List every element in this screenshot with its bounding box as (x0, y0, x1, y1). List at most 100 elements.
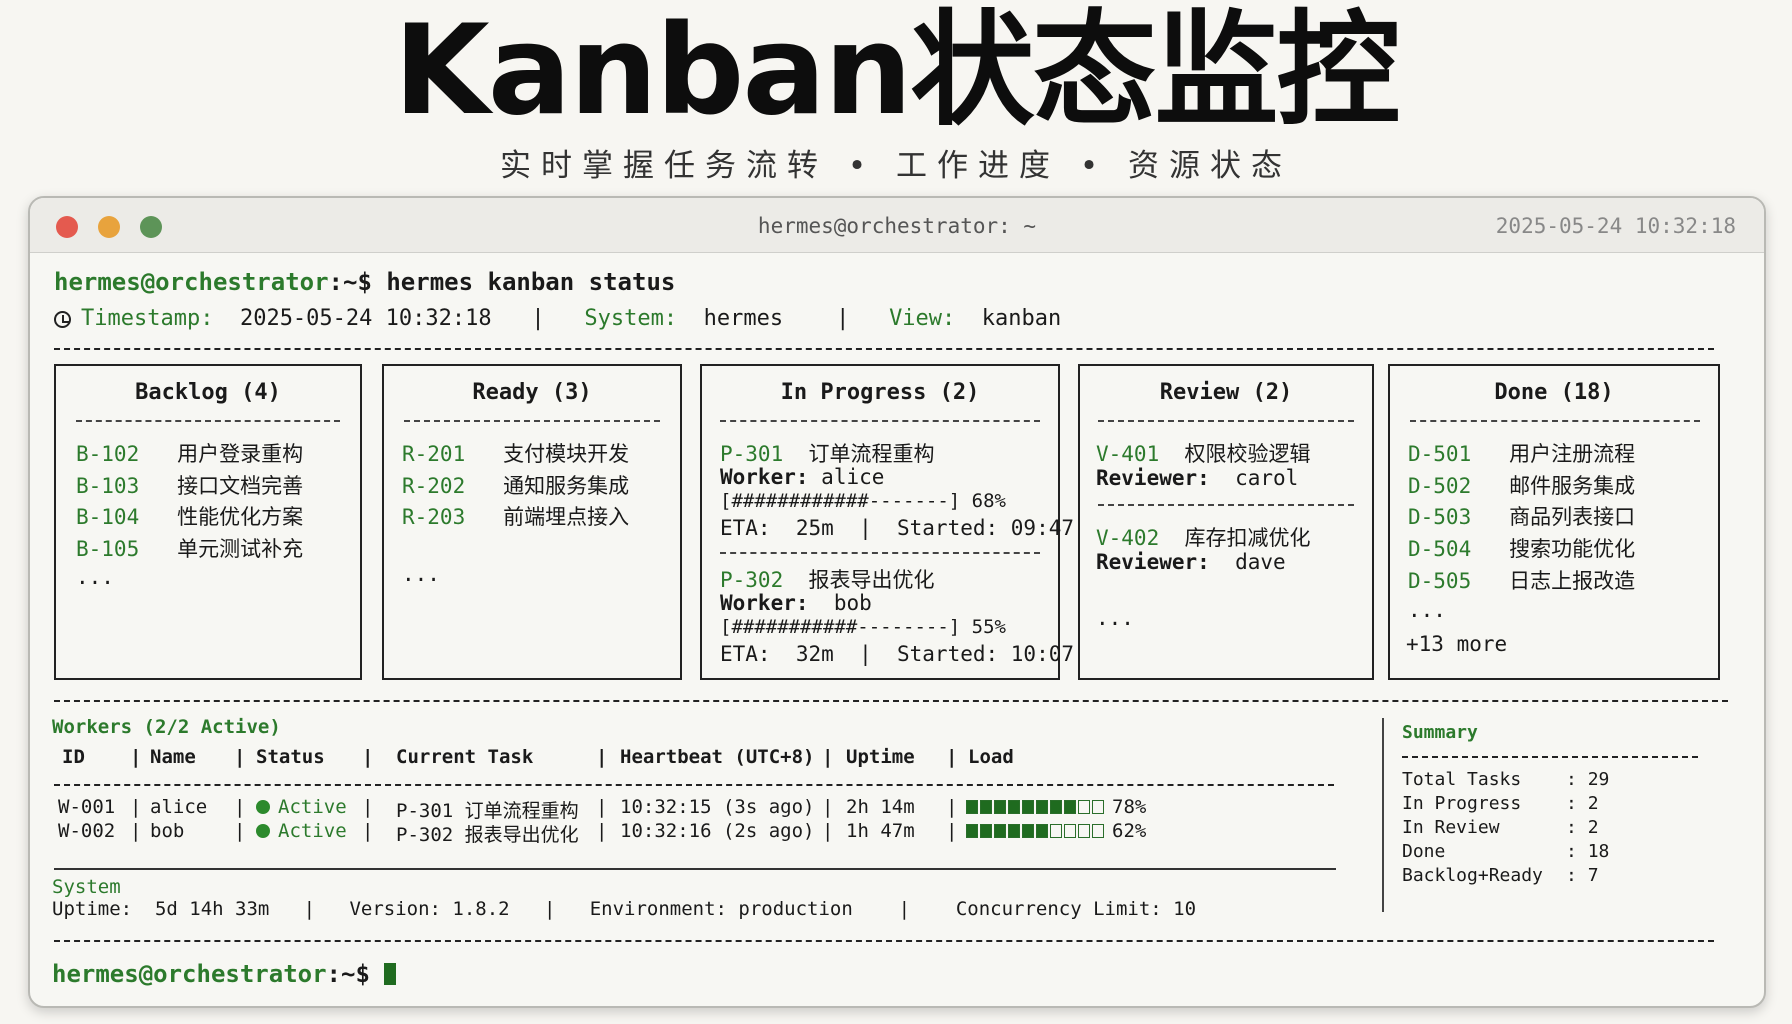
task-card[interactable]: B-105 单元测试补充 (76, 533, 303, 563)
terminal-window: hermes@orchestrator: ~ 2025-05-24 10:32:… (28, 196, 1766, 1008)
divider (1402, 756, 1698, 758)
separator: | (836, 306, 850, 331)
load-block (1008, 824, 1020, 838)
task-id: D-501 (1408, 442, 1472, 466)
task-card[interactable]: D-504 搜索功能优化 (1408, 533, 1635, 563)
summary-value: 29 (1587, 769, 1610, 790)
col-header: Name (150, 746, 196, 768)
separator: | (946, 746, 958, 768)
task-card[interactable]: V-401 权限校验逻辑 (1096, 438, 1311, 468)
load-block (1036, 824, 1048, 838)
load-bar (966, 824, 1104, 838)
task-id: D-502 (1408, 474, 1472, 498)
status-badge: Active (256, 820, 347, 842)
view-label: View: (889, 306, 956, 331)
heartbeat: 10:32:15 (3s ago) (620, 796, 815, 818)
load-block (1092, 800, 1104, 814)
task-card[interactable]: R-202 通知服务集成 (402, 470, 629, 500)
task-name: 订单流程重构 (808, 442, 935, 466)
column-title: Review (2) (1159, 380, 1293, 405)
task-name: 搜索功能优化 (1509, 537, 1636, 561)
divider (1098, 504, 1354, 506)
table-row[interactable]: W-001 | alice | Active | P-301 订单流程重构 | 10:32:15… (54, 796, 1254, 822)
separator: | (130, 746, 142, 768)
task-id: B-104 (76, 505, 140, 529)
separator: | (946, 820, 958, 842)
table-row[interactable]: W-002 | bob | Active | P-302 报表导出优化 | 10:32:16 (… (54, 820, 1254, 846)
divider (54, 940, 1714, 942)
summary-row: Backlog+Ready: 7 (1402, 865, 1599, 886)
col-header: ID (62, 746, 85, 768)
task-card[interactable]: D-501 用户注册流程 (1408, 438, 1635, 468)
summary-value: 2 (1587, 793, 1599, 814)
worker-label: Worker: (720, 465, 809, 489)
task-id: B-103 (76, 474, 140, 498)
worker-name: bob (833, 591, 872, 615)
load-block (1022, 824, 1034, 838)
prompt-path: :~$ (328, 268, 372, 296)
separator: | (946, 796, 958, 818)
command-line: hermes@orchestrator:~$ hermes kanban sta… (54, 268, 675, 296)
progress-percent: 55% (971, 616, 1006, 638)
separator: | (822, 746, 834, 768)
load-block (1078, 800, 1090, 814)
task-card[interactable]: B-102 用户登录重构 (76, 438, 303, 468)
task-card[interactable]: B-104 性能优化方案 (76, 501, 303, 531)
status-dot-icon (256, 800, 270, 814)
worker-name: bob (150, 820, 185, 842)
task-id: D-505 (1408, 569, 1472, 593)
separator: | (362, 746, 374, 768)
task-card[interactable]: R-201 支付模块开发 (402, 438, 629, 468)
view-value: kanban (981, 306, 1062, 331)
task-card[interactable]: P-302 报表导出优化 (720, 564, 935, 594)
more-count[interactable]: +13 more (1406, 632, 1507, 656)
column-title: In Progress (2) (780, 380, 980, 405)
command-text: hermes kanban status (386, 268, 676, 296)
reviewer-label: Reviewer: (1096, 550, 1210, 574)
task-card[interactable]: P-301 订单流程重构 (720, 438, 935, 468)
progress-bar: [###########--------] (720, 616, 961, 638)
task-name: 用户注册流程 (1509, 442, 1636, 466)
task-name: 前端埋点接入 (503, 505, 630, 529)
page-subtitle: 实时掌握任务流转 • 工作进度 • 资源状态 (500, 148, 1292, 184)
load-block (980, 824, 992, 838)
separator: | (898, 898, 911, 920)
system-uptime: Uptime: 5d 14h 33m (52, 898, 270, 920)
worker-id: W-001 (58, 796, 116, 818)
separator: | (596, 796, 608, 818)
task-card[interactable]: D-503 商品列表接口 (1408, 501, 1635, 531)
summary-row: Done: 18 (1402, 841, 1610, 862)
heartbeat: 10:32:16 (2s ago) (620, 820, 815, 842)
system-label: System: (584, 306, 678, 331)
progress-line: [###########--------] 55% (720, 616, 1006, 638)
task-name: 性能优化方案 (177, 505, 304, 529)
current-task: P-301 订单流程重构 (396, 800, 579, 822)
task-id: D-503 (1408, 505, 1472, 529)
load-block (1036, 800, 1048, 814)
task-card[interactable]: D-505 日志上报改造 (1408, 565, 1635, 595)
task-name: 用户登录重构 (177, 442, 304, 466)
summary-label: Done (1402, 841, 1446, 862)
system-version: Version: 1.8.2 (349, 898, 510, 920)
task-card[interactable]: D-502 邮件服务集成 (1408, 470, 1635, 500)
column-title: Done (18) (1494, 380, 1614, 405)
task-card[interactable]: R-203 前端埋点接入 (402, 501, 629, 531)
load-block (1092, 824, 1104, 838)
task-name: 支付模块开发 (503, 442, 630, 466)
load-block (1050, 800, 1062, 814)
col-header: Heartbeat (UTC+8) (620, 746, 815, 768)
divider (1098, 420, 1354, 422)
divider (54, 700, 1728, 702)
task-card[interactable]: V-402 库存扣减优化 (1096, 522, 1311, 552)
more-indicator: ... (1096, 606, 1134, 630)
divider (76, 420, 340, 422)
status-text: Active (278, 796, 347, 818)
reviewer-name: carol (1235, 466, 1299, 490)
task-id: P-302 (720, 568, 784, 592)
task-card[interactable]: B-103 接口文档完善 (76, 470, 303, 500)
status-badge: Active (256, 796, 347, 818)
prompt-line[interactable]: hermes@orchestrator:~$ (52, 960, 396, 988)
summary-title: Summary (1402, 722, 1478, 743)
window-timestamp: 2025-05-24 10:32:18 (1495, 214, 1736, 238)
separator: | (596, 746, 608, 768)
